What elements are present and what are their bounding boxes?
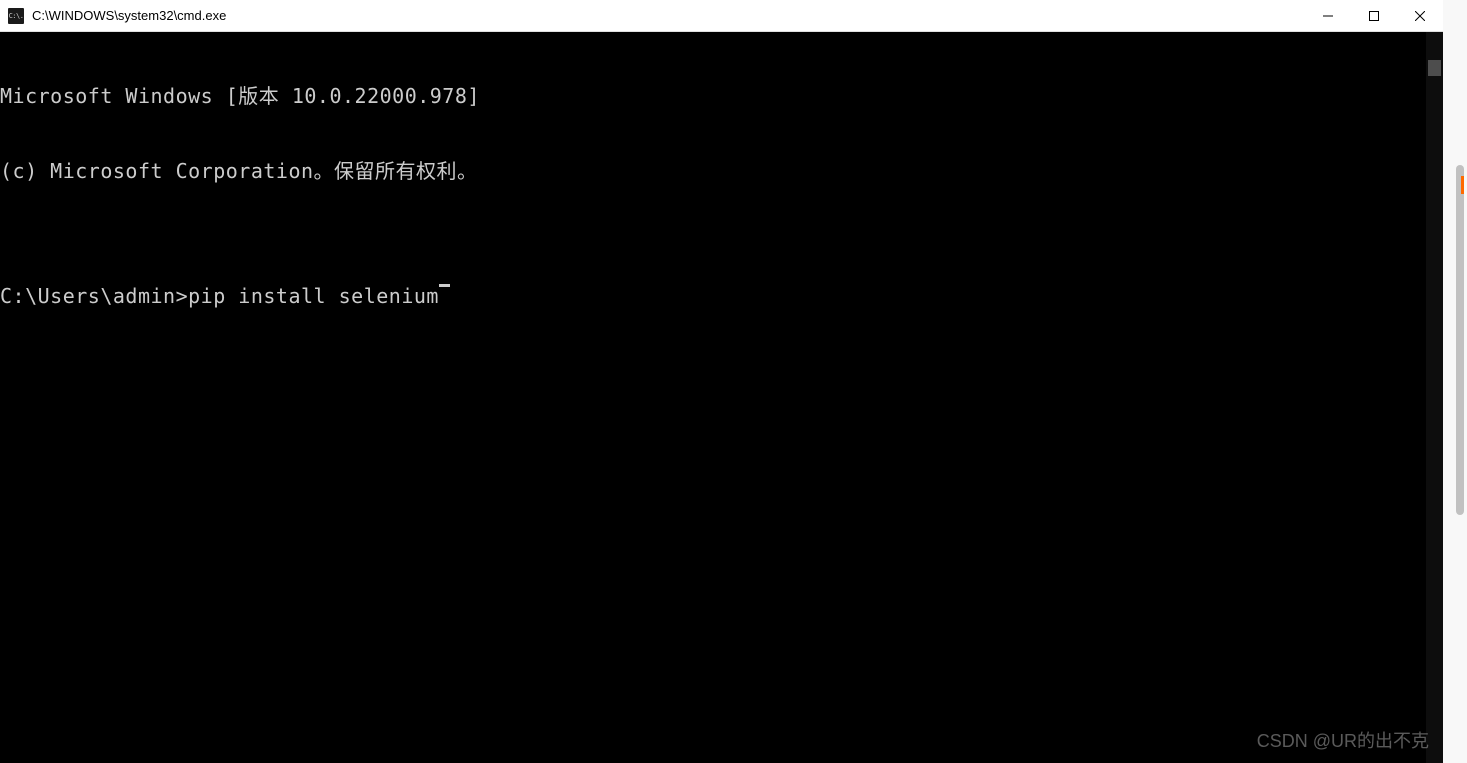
- prompt: C:\Users\admin>: [0, 284, 188, 309]
- terminal-body[interactable]: Microsoft Windows [版本 10.0.22000.978] (c…: [0, 32, 1443, 763]
- cmd-icon-text: C:\.: [9, 12, 24, 20]
- titlebar[interactable]: C:\. C:\WINDOWS\system32\cmd.exe: [0, 0, 1443, 32]
- minimize-button[interactable]: [1305, 0, 1351, 32]
- page-scrollbar-thumb[interactable]: [1456, 165, 1464, 515]
- maximize-icon: [1369, 11, 1379, 21]
- titlebar-left: C:\. C:\WINDOWS\system32\cmd.exe: [0, 8, 226, 24]
- page-scrollbar-marker: [1461, 176, 1464, 194]
- cmd-window: C:\. C:\WINDOWS\system32\cmd.exe: [0, 0, 1443, 763]
- watermark: CSDN @UR的出不克: [1257, 727, 1429, 753]
- close-button[interactable]: [1397, 0, 1443, 32]
- cmd-icon: C:\.: [8, 8, 24, 24]
- page-scrollbar[interactable]: [1443, 0, 1467, 763]
- window-title: C:\WINDOWS\system32\cmd.exe: [32, 8, 226, 23]
- command-input[interactable]: pip install selenium: [188, 284, 439, 309]
- window-controls: [1305, 0, 1443, 31]
- terminal-scrollbar-thumb[interactable]: [1428, 60, 1441, 76]
- terminal-content: Microsoft Windows [版本 10.0.22000.978] (c…: [0, 32, 1443, 359]
- prompt-line: C:\Users\admin>pip install selenium: [0, 284, 1443, 309]
- cursor: [439, 284, 450, 287]
- close-icon: [1415, 11, 1425, 21]
- maximize-button[interactable]: [1351, 0, 1397, 32]
- minimize-icon: [1323, 11, 1333, 21]
- terminal-line: Microsoft Windows [版本 10.0.22000.978]: [0, 84, 1443, 109]
- terminal-scrollbar[interactable]: [1426, 32, 1443, 763]
- terminal-line: (c) Microsoft Corporation。保留所有权利。: [0, 159, 1443, 184]
